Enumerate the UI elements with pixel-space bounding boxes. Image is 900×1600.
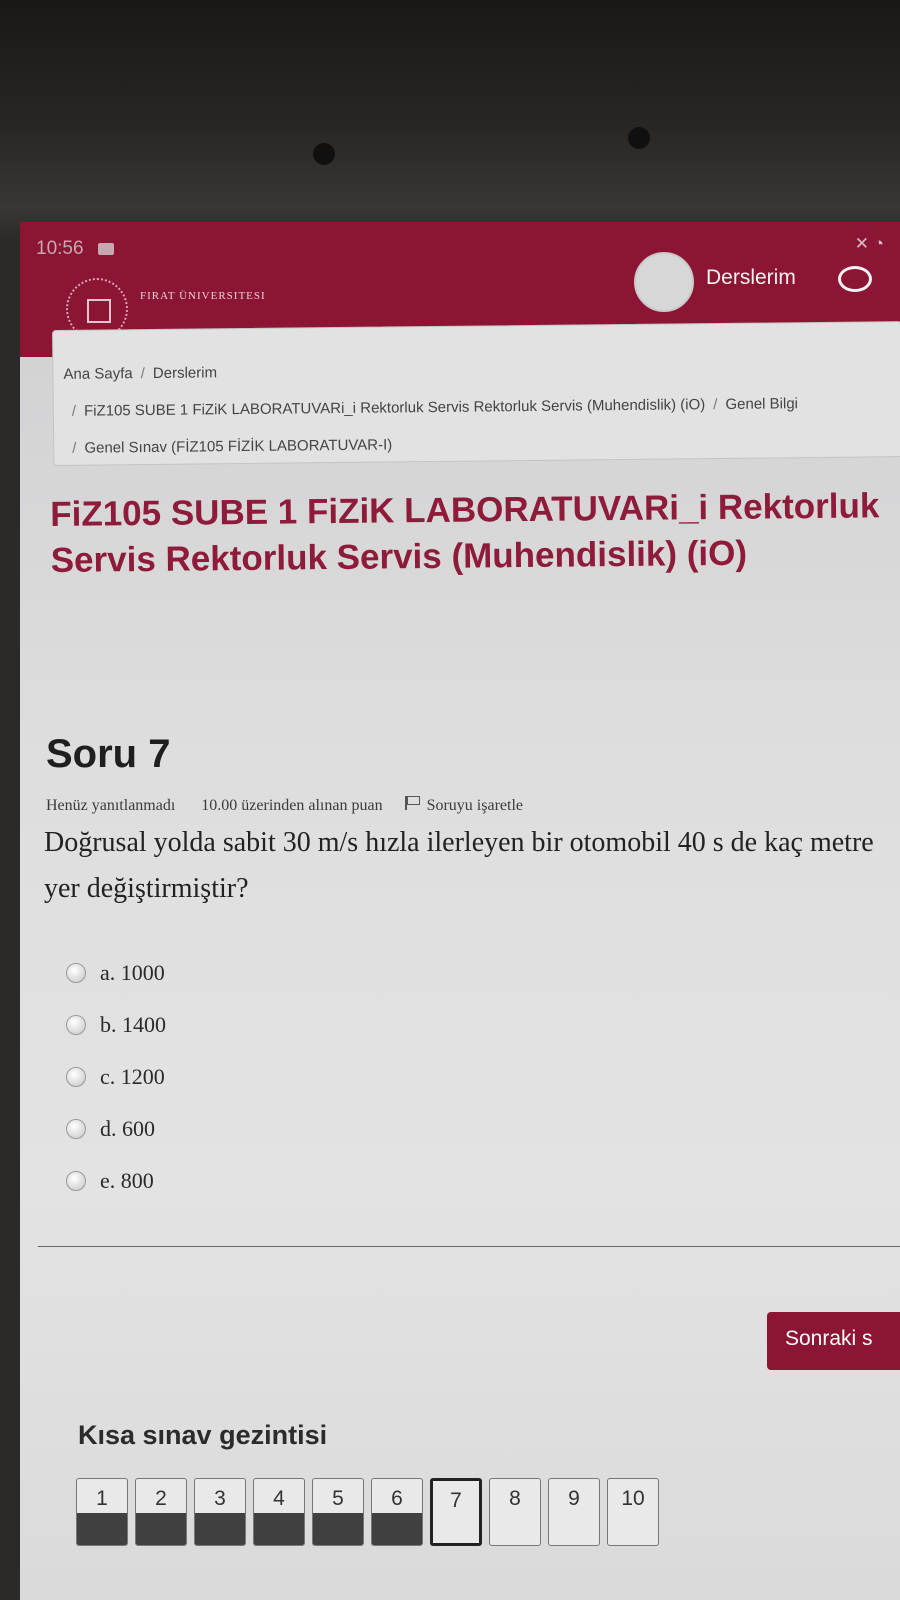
quiz-nav-number: 8 [509, 1487, 521, 1510]
option-label[interactable]: e. 800 [100, 1168, 154, 1194]
quiz-nav-button-current[interactable]: 7 [430, 1478, 482, 1546]
quiz-nav-number: 10 [621, 1487, 645, 1510]
chat-icon[interactable] [838, 266, 872, 292]
option-label[interactable]: b. 1400 [100, 1012, 166, 1038]
sensor [628, 127, 650, 149]
option-e[interactable]: e. 800 [66, 1155, 466, 1207]
radio-button[interactable] [66, 1015, 86, 1035]
option-c[interactable]: c. 1200 [66, 1051, 466, 1103]
breadcrumb-general-info[interactable]: Genel Bilgi [725, 395, 798, 413]
option-d[interactable]: d. 600 [66, 1103, 466, 1155]
radio-button[interactable] [66, 1119, 86, 1139]
flag-question-link[interactable]: Soruyu işaretle [427, 797, 523, 814]
status-time: 10:56 [36, 238, 84, 259]
quiz-nav-number: 4 [273, 1487, 285, 1510]
quiz-navigation: 1 2 3 4 5 6 7 8 9 10 [76, 1478, 900, 1558]
question-title: Soru 7 [46, 732, 171, 776]
quiz-nav-button[interactable]: 9 [548, 1478, 600, 1546]
quiz-nav-button[interactable]: 1 [76, 1478, 128, 1546]
breadcrumb-home[interactable]: Ana Sayfa [63, 365, 132, 383]
quiz-navigation-title: Kısa sınav gezintisi [78, 1420, 328, 1450]
flag-icon[interactable] [404, 796, 420, 810]
user-avatar[interactable] [634, 252, 694, 312]
breadcrumb-my-courses[interactable]: Derslerim [153, 364, 217, 382]
option-a[interactable]: a. 1000 [66, 947, 466, 999]
answer-options: a. 1000 b. 1400 c. 1200 d. 600 e. 800 [66, 947, 466, 1207]
folder-icon [98, 243, 114, 255]
option-label[interactable]: a. 1000 [100, 960, 165, 986]
option-label[interactable]: c. 1200 [100, 1064, 165, 1090]
quiz-nav-number: 5 [332, 1487, 344, 1510]
option-label[interactable]: d. 600 [100, 1116, 155, 1142]
next-page-button[interactable]: Sonraki s [767, 1312, 900, 1370]
quiz-nav-number: 1 [96, 1487, 108, 1510]
divider [38, 1246, 900, 1247]
wifi-icon: ✕ ◔ [854, 234, 884, 253]
question-text: Doğrusal yolda sabit 30 m/s hızla ilerle… [44, 827, 874, 904]
screen: 10:56 ✕ ◔ FIRAT ÜNIVERSITESI Derslerim A… [20, 222, 900, 1600]
radio-button[interactable] [66, 1067, 86, 1087]
radio-button[interactable] [66, 963, 86, 983]
quiz-nav-button[interactable]: 6 [371, 1478, 423, 1546]
quiz-nav-number: 3 [214, 1487, 226, 1510]
quiz-nav-button[interactable]: 10 [607, 1478, 659, 1546]
quiz-nav-number: 2 [155, 1487, 167, 1510]
quiz-nav-button[interactable]: 8 [489, 1478, 541, 1546]
question-info: Henüz yanıtlanmadı 10.00 üzerinden alına… [46, 796, 900, 815]
logo-text: FIRAT ÜNIVERSITESI [140, 290, 266, 302]
quiz-nav-button[interactable]: 2 [135, 1478, 187, 1546]
breadcrumb: Ana Sayfa / Derslerim / FiZ105 SUBE 1 FiZiK… [52, 321, 900, 466]
quiz-nav-button[interactable]: 5 [312, 1478, 364, 1546]
course-title: FiZ105 SUBE 1 FiZiK LABORATUVARi_i Rekto… [50, 486, 880, 580]
university-logo-text[interactable]: FIRAT ÜNIVERSITESI [140, 290, 266, 302]
quiz-nav-number: 6 [391, 1487, 403, 1510]
quiz-nav-number: 9 [568, 1487, 580, 1510]
front-camera [313, 143, 335, 165]
breadcrumb-exam[interactable]: Genel Sınav (FİZ105 FİZİK LABORATUVAR-I) [84, 436, 392, 456]
question-status: Henüz yanıtlanmadı [46, 797, 176, 814]
quiz-nav-button[interactable]: 3 [194, 1478, 246, 1546]
quiz-nav-button[interactable]: 4 [253, 1478, 305, 1546]
radio-button[interactable] [66, 1171, 86, 1191]
option-b[interactable]: b. 1400 [66, 999, 466, 1051]
my-courses-link[interactable]: Derslerim [706, 266, 796, 290]
quiz-nav-number: 7 [450, 1489, 462, 1512]
question-points: 10.00 üzerinden alınan puan [201, 797, 383, 814]
